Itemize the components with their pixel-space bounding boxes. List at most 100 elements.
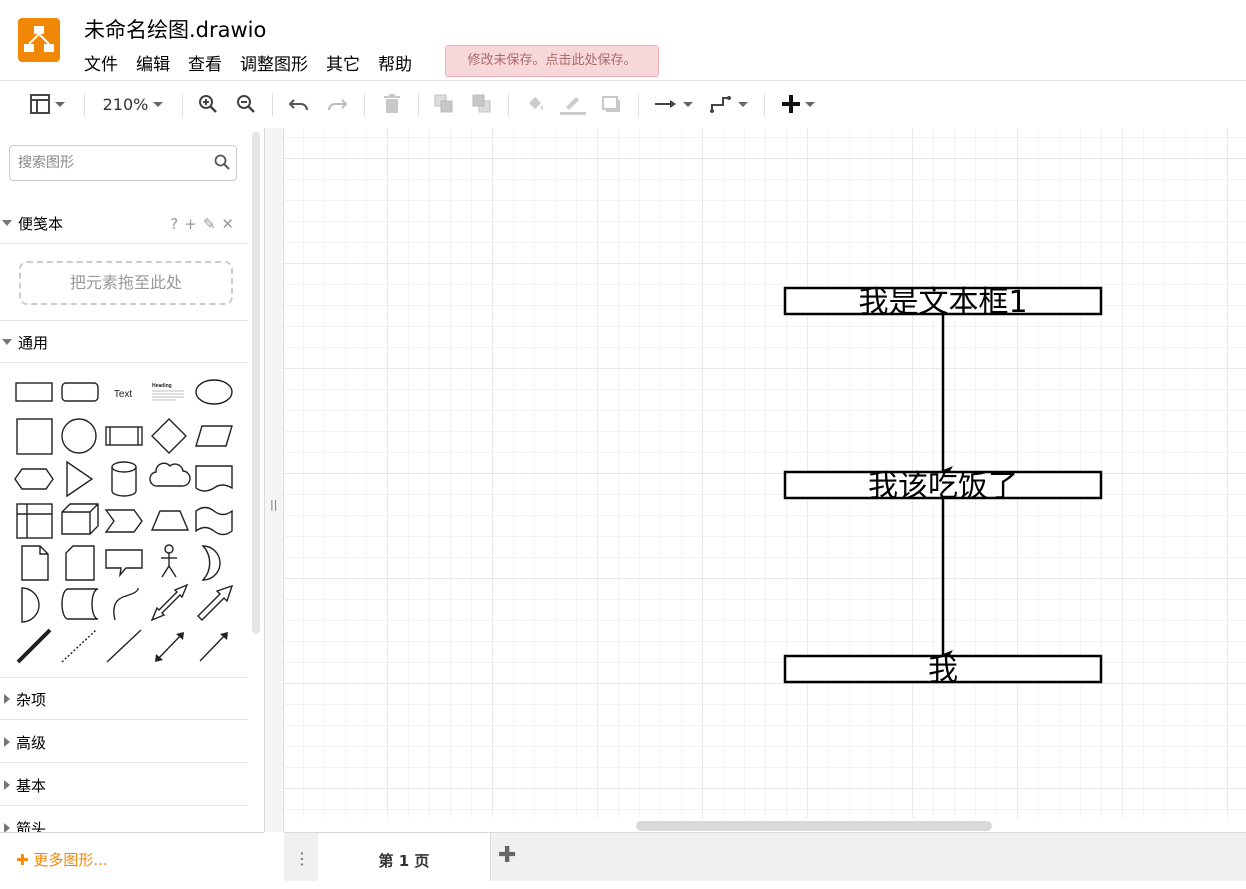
resize-grip-icon: ||: [270, 498, 278, 511]
shadow-button[interactable]: [598, 89, 626, 119]
undo-button[interactable]: [287, 89, 311, 119]
curve-shape: [113, 587, 139, 621]
add-icon[interactable]: +: [184, 215, 197, 233]
toolbar: 210%: [0, 81, 1246, 129]
shape-search-box: [9, 145, 237, 181]
scratchpad-header[interactable]: 便笺本 ? + ✎ ✕: [0, 203, 248, 244]
section-misc-label: 杂项: [16, 690, 47, 709]
note-shape: [21, 545, 49, 581]
to-back-button[interactable]: [470, 89, 494, 119]
rectangle-shape: [15, 382, 53, 402]
collapse-triangle-icon: [2, 339, 12, 345]
general-shapes-palette: Text Heading: [14, 379, 234, 664]
step-shape: [104, 509, 143, 533]
heading-shape: Heading: [152, 383, 172, 389]
sidebar-resize-handle[interactable]: [265, 128, 284, 832]
connection-style-dropdown[interactable]: [652, 89, 694, 119]
insert-icon: [781, 95, 800, 113]
page-tab-1[interactable]: 第 1 页: [318, 833, 491, 881]
diagram-canvas[interactable]: 我是文本框1 我该吃饭了我: [284, 128, 1246, 818]
bidirectional-connector-shape: [155, 632, 184, 662]
sidebar-scrollbar[interactable]: [252, 132, 260, 634]
arrow-shape: [197, 584, 234, 621]
connection-icon: [654, 100, 676, 108]
collapse-triangle-icon: [2, 220, 12, 226]
square-shape: [16, 418, 53, 455]
section-basic-label: 基本: [16, 776, 47, 795]
to-front-icon: [434, 94, 453, 113]
text-box-node[interactable]: 我: [783, 653, 1103, 688]
cylinder-shape: [111, 461, 137, 497]
node-label: 我是文本框1: [858, 285, 1027, 320]
general-section-header[interactable]: 通用: [0, 322, 248, 363]
section-basic-header[interactable]: 基本: [0, 765, 248, 806]
scratchpad-tools: ? + ✎ ✕: [170, 215, 234, 233]
section-misc-header[interactable]: 杂项: [0, 679, 248, 720]
delay-shape: [21, 587, 40, 623]
ellipse-shape: [195, 379, 233, 405]
document-shape: [195, 465, 233, 492]
redo-button[interactable]: [325, 89, 349, 119]
zoom-in-button[interactable]: [196, 89, 220, 119]
line-color-icon: [560, 97, 586, 115]
dashed-line-shape: [61, 629, 97, 663]
line-shape: [106, 629, 142, 663]
add-page-icon[interactable]: ✚: [498, 843, 516, 868]
zoom-in-icon: [199, 95, 217, 113]
internal-storage-shape: [16, 503, 53, 539]
unsaved-changes-notice[interactable]: 修改未保存。点击此处保存。: [445, 45, 659, 77]
drawio-logo-icon: [24, 26, 54, 52]
to-front-button[interactable]: [432, 89, 456, 119]
more-shapes-button[interactable]: ✚ 更多图形...: [16, 849, 108, 870]
triangle-shape: [66, 460, 94, 498]
more-shapes-bar: ✚ 更多图形...: [0, 832, 264, 881]
circle-shape: [61, 418, 97, 454]
text-cursor-icon: [162, 147, 164, 163]
edit-icon[interactable]: ✎: [203, 215, 216, 233]
menu-edit[interactable]: 编辑: [136, 50, 170, 75]
menu-help[interactable]: 帮助: [378, 50, 412, 75]
zoom-level: 210%: [102, 94, 149, 114]
shape-search-input[interactable]: [18, 146, 198, 180]
to-back-icon: [472, 94, 491, 113]
fill-color-button[interactable]: [522, 89, 550, 119]
expand-triangle-icon: [4, 694, 10, 704]
fill-color-icon: [529, 97, 543, 110]
insert-dropdown[interactable]: [776, 89, 820, 119]
cloud-shape: [149, 462, 191, 487]
bidirectional-arrow-shape: [150, 583, 189, 622]
line-color-button[interactable]: [558, 89, 588, 119]
text-box-node[interactable]: 我是文本框1: [783, 285, 1103, 320]
expand-triangle-icon: [4, 737, 10, 747]
waypoints-dropdown[interactable]: [706, 89, 750, 119]
callout-shape: [105, 549, 143, 578]
format-panel-button[interactable]: [24, 89, 70, 119]
canvas-horizontal-scrollbar[interactable]: [636, 821, 992, 831]
close-icon[interactable]: ✕: [221, 215, 234, 233]
zoom-dropdown[interactable]: 210%: [96, 89, 170, 119]
drawio-logo[interactable]: [18, 18, 60, 62]
help-icon[interactable]: ?: [170, 215, 178, 233]
menu-arrange[interactable]: 调整图形: [240, 50, 308, 75]
text-box-node[interactable]: 我该吃饭了: [783, 469, 1103, 504]
menu-view[interactable]: 查看: [188, 50, 222, 75]
menu-file[interactable]: 文件: [84, 50, 118, 75]
parallelogram-shape: [195, 425, 233, 447]
page-menu-icon[interactable]: ⋮: [294, 849, 310, 868]
or-shape: [201, 545, 221, 581]
zoom-out-button[interactable]: [234, 89, 258, 119]
section-advanced-label: 高级: [16, 733, 47, 752]
rounded-rectangle-shape: [61, 382, 99, 402]
expand-triangle-icon: [4, 780, 10, 790]
menu-extras[interactable]: 其它: [326, 50, 360, 75]
section-advanced-header[interactable]: 高级: [0, 722, 248, 763]
scratchpad-label: 便笺本: [18, 214, 64, 233]
document-title[interactable]: 未命名绘图.drawio: [84, 14, 266, 44]
hexagon-shape: [14, 468, 54, 490]
search-icon[interactable]: [214, 154, 230, 170]
delete-icon: [384, 94, 400, 113]
node-label: 我: [928, 653, 958, 688]
scratchpad-drop-zone[interactable]: 把元素拖至此处: [19, 261, 233, 305]
delete-button[interactable]: [380, 89, 404, 119]
double-line-shape: [16, 628, 52, 664]
